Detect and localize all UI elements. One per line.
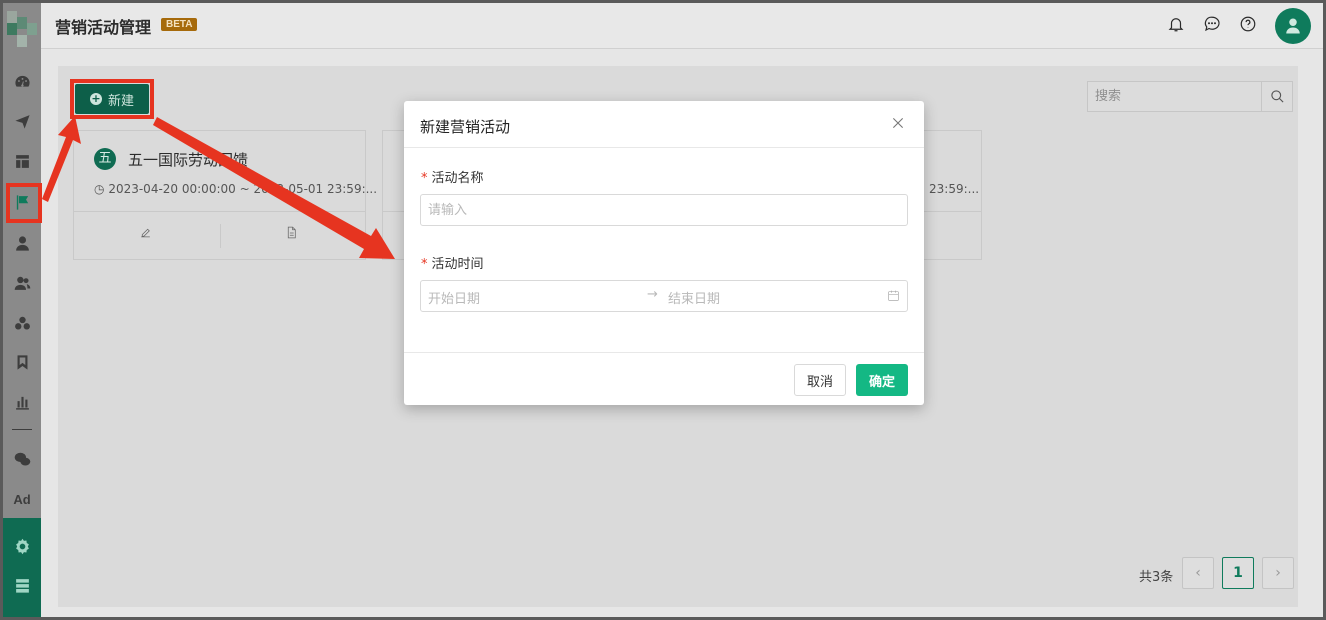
chevron-left-icon: ‹ bbox=[1195, 565, 1201, 581]
start-date-input[interactable]: 开始日期 bbox=[428, 288, 480, 307]
beta-badge: BETA bbox=[161, 18, 198, 31]
pagination-prev-button[interactable]: ‹ bbox=[1182, 557, 1214, 589]
campaign-badge: 五 bbox=[94, 148, 116, 170]
campaign-name-input[interactable] bbox=[420, 194, 908, 226]
campaign-card[interactable]: 五 五一国际劳动回馈 ◷ 2023-04-20 00:00:00 ~ 2023-… bbox=[73, 130, 377, 260]
annotation-highlight-flag bbox=[6, 183, 42, 223]
required-mark: * bbox=[421, 257, 428, 272]
ad-label: Ad bbox=[13, 491, 31, 507]
settings-icon[interactable] bbox=[3, 534, 41, 558]
app-window: Ad 营销活动管理 BETA + 新建 搜索 五 五一国际劳动回馈 ◷ 2023… bbox=[0, 0, 1326, 620]
layout-icon[interactable] bbox=[3, 149, 41, 173]
pagination-next-button[interactable]: › bbox=[1262, 557, 1294, 589]
create-campaign-dialog: 新建营销活动 *活动名称 *活动时间 开始日期 → 结束日期 取消 确定 bbox=[404, 101, 924, 405]
required-mark: * bbox=[421, 171, 428, 186]
end-date-input[interactable]: 结束日期 bbox=[668, 288, 720, 307]
campaign-name: 五一国际劳动回馈 bbox=[128, 151, 249, 169]
cancel-button[interactable]: 取消 bbox=[794, 364, 846, 396]
bell-icon[interactable] bbox=[1167, 15, 1187, 35]
close-icon[interactable] bbox=[890, 115, 908, 133]
app-logo bbox=[7, 11, 37, 47]
dialog-footer: 取消 确定 bbox=[404, 352, 924, 405]
chevron-right-icon: › bbox=[1275, 565, 1281, 581]
user-icon[interactable] bbox=[3, 231, 41, 255]
send-icon[interactable] bbox=[3, 109, 41, 133]
wechat-icon[interactable] bbox=[3, 447, 41, 471]
dialog-title: 新建营销活动 bbox=[420, 118, 511, 136]
name-label-text: 活动名称 bbox=[431, 171, 484, 186]
search-button[interactable] bbox=[1261, 82, 1292, 111]
search-input[interactable] bbox=[1088, 82, 1262, 111]
range-arrow-icon: → bbox=[647, 287, 658, 302]
card-actions bbox=[74, 211, 365, 259]
sidebar-bottom bbox=[3, 518, 41, 617]
annotation-highlight-new bbox=[70, 79, 154, 119]
user-avatar-icon[interactable] bbox=[1275, 8, 1311, 44]
edit-icon[interactable] bbox=[139, 226, 155, 242]
confirm-button[interactable]: 确定 bbox=[856, 364, 908, 396]
clock-icon: ◷ bbox=[94, 182, 105, 196]
card-action-divider bbox=[220, 224, 221, 248]
calendar-icon bbox=[887, 289, 901, 303]
message-icon[interactable] bbox=[1203, 15, 1223, 35]
time-label-text: 活动时间 bbox=[431, 257, 484, 272]
page-title: 营销活动管理 bbox=[55, 18, 152, 37]
sidebar: Ad bbox=[3, 3, 41, 617]
pagination-total: 共3条 bbox=[1139, 570, 1174, 585]
top-header: 营销活动管理 BETA bbox=[41, 3, 1323, 49]
campaign-time: ◷ 2023-04-20 00:00:00 ~ 2023-05-01 23:59… bbox=[94, 182, 377, 196]
time-field-label: * 活动时间 bbox=[421, 253, 484, 272]
bookmark-icon[interactable] bbox=[3, 350, 41, 374]
sidebar-divider bbox=[12, 429, 32, 430]
help-icon[interactable] bbox=[1239, 15, 1259, 35]
pagination-page-button[interactable]: 1 bbox=[1222, 557, 1254, 589]
dialog-header: 新建营销活动 bbox=[404, 101, 924, 148]
search-icon bbox=[1270, 90, 1284, 103]
ad-icon[interactable]: Ad bbox=[3, 487, 41, 511]
users-icon[interactable] bbox=[3, 271, 41, 295]
campaign-time-text: 2023-04-20 00:00:00 ~ 2023-05-01 23:59:.… bbox=[108, 182, 378, 196]
dashboard-icon[interactable] bbox=[3, 69, 41, 93]
server-icon[interactable] bbox=[3, 573, 41, 597]
date-range-picker[interactable]: 开始日期 → 结束日期 bbox=[420, 280, 908, 312]
document-icon[interactable] bbox=[285, 226, 301, 242]
group-icon[interactable] bbox=[3, 311, 41, 335]
search-box bbox=[1087, 81, 1293, 112]
name-field-label: * 活动名称 bbox=[421, 167, 484, 186]
campaign-time-text: 23:59:... bbox=[929, 182, 980, 196]
bar-chart-icon[interactable] bbox=[3, 390, 41, 414]
